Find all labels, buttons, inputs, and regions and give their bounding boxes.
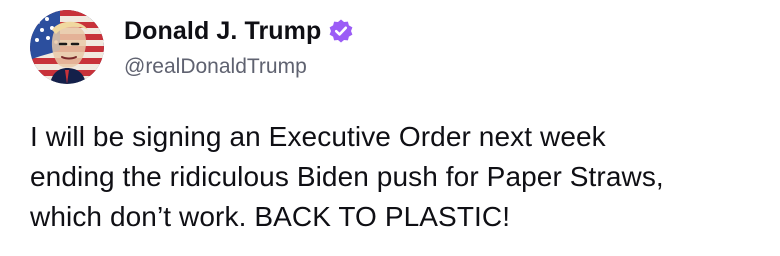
avatar[interactable] [30, 10, 104, 84]
author-identity: Donald J. Trump @realDonaldTrump [124, 15, 354, 79]
author-display-name[interactable]: Donald J. Trump [124, 17, 321, 46]
post-header: Donald J. Trump @realDonaldTrump [30, 10, 354, 84]
social-post: Donald J. Trump @realDonaldTrump I will … [0, 0, 780, 256]
avatar-image [30, 10, 104, 84]
verified-badge-icon [328, 18, 354, 44]
name-row: Donald J. Trump [124, 15, 354, 47]
author-handle[interactable]: @realDonaldTrump [124, 55, 354, 79]
post-text: I will be signing an Executive Order nex… [30, 121, 664, 232]
